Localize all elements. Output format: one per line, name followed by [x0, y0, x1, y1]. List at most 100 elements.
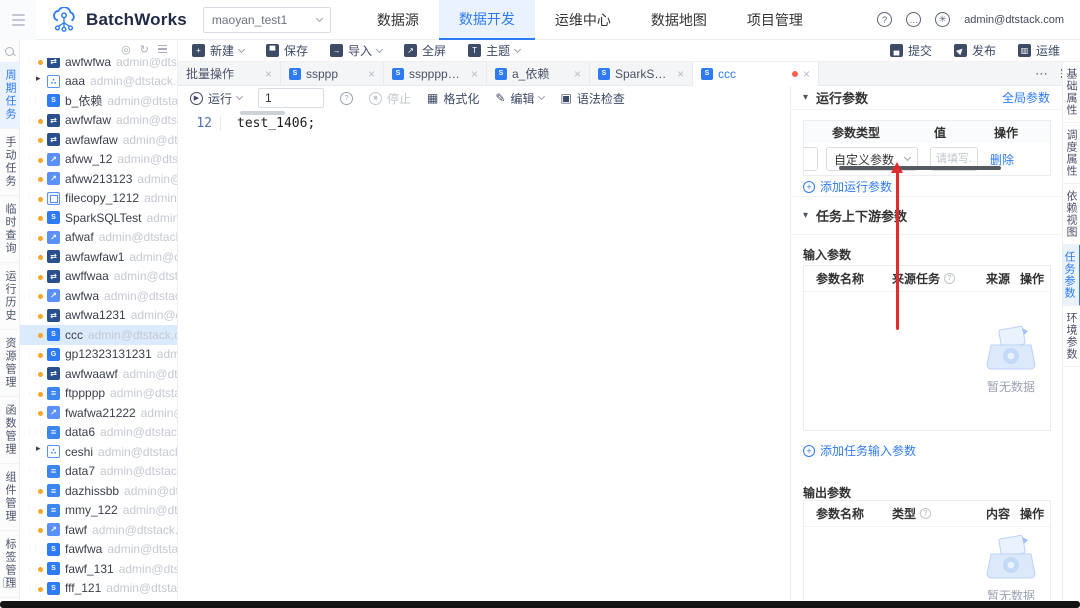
- editor-tab[interactable]: ssppp ×: [281, 62, 384, 85]
- global-params-link[interactable]: 全局参数: [1002, 89, 1050, 106]
- tree-item[interactable]: ⋮⋮ ▸ afww213123 admin@dtstack.com: [20, 169, 177, 189]
- toolbar-button[interactable]: ↗ 全屏: [404, 42, 446, 59]
- editor-tab[interactable]: ccc ×: [693, 62, 819, 86]
- drag-handle-icon[interactable]: ⋮⋮: [26, 467, 36, 475]
- tree-item[interactable]: ⋮⋮ ▸ fawf_131 admin@dtstack.com: [20, 559, 177, 579]
- editor-tab[interactable]: a_依赖 ×: [487, 62, 590, 85]
- edit-button[interactable]: ✎ 编辑: [495, 90, 544, 107]
- drag-handle-icon[interactable]: ⋮⋮: [26, 272, 36, 280]
- left-rail-tab[interactable]: 手动任务: [0, 129, 20, 196]
- tree-item[interactable]: ⋮⋮ ▸ awfwaawf admin@dtstack.com: [20, 364, 177, 384]
- tree-item[interactable]: ⋮⋮ ▸ SparkSQLTest admin@dtstack.com: [20, 208, 177, 228]
- code-area[interactable]: 12 test_1406;: [178, 116, 790, 131]
- tree-item[interactable]: ⋮⋮ ▸ data6 admin@dtstack.com: [20, 423, 177, 443]
- tree-item[interactable]: ⋮⋮ ▸ ftppppp admin@dtstack.com: [20, 384, 177, 404]
- right-rail-tab[interactable]: 调度属性: [1063, 123, 1080, 184]
- close-icon[interactable]: ×: [803, 67, 810, 81]
- drag-handle-icon[interactable]: ⋮⋮: [26, 214, 36, 222]
- close-icon[interactable]: ×: [677, 67, 684, 81]
- drag-handle-icon[interactable]: ⋮⋮: [26, 97, 36, 105]
- help-icon[interactable]: ?: [877, 12, 892, 27]
- drag-handle-icon[interactable]: ⋮⋮: [26, 448, 36, 456]
- left-rail-tab[interactable]: 函数管理: [0, 397, 20, 464]
- search-icon[interactable]: [0, 40, 19, 62]
- tree-item[interactable]: ⋮⋮ ▸ b_依赖 admin@dtstack.com: [20, 91, 177, 111]
- tree-item[interactable]: ⋮⋮ ▸ fawf admin@dtstack.com: [20, 520, 177, 540]
- drag-handle-icon[interactable]: ⋮⋮: [26, 194, 36, 202]
- drag-handle-icon[interactable]: ⋮⋮: [26, 487, 36, 495]
- expand-arrow-icon[interactable]: ▸: [36, 73, 41, 84]
- tree-item[interactable]: ⋮⋮ ▸ afww_12 admin@dtstack.com: [20, 150, 177, 170]
- param-name-input[interactable]: [803, 147, 818, 171]
- delete-link[interactable]: 删除: [990, 151, 1014, 168]
- settings-gear-icon[interactable]: ✳: [935, 12, 950, 27]
- drag-handle-icon[interactable]: ⋮⋮: [26, 116, 36, 124]
- help-icon[interactable]: ?: [920, 508, 931, 519]
- stop-button[interactable]: ■ 停止: [369, 90, 411, 107]
- tree-item[interactable]: ⋮⋮ ▸ mmy_122 admin@dtstack.com: [20, 501, 177, 521]
- drag-handle-icon[interactable]: ⋮⋮: [26, 409, 36, 417]
- drag-handle-icon[interactable]: ⋮⋮: [26, 428, 36, 436]
- drag-handle-icon[interactable]: ⋮⋮: [26, 233, 36, 241]
- locate-file-icon[interactable]: ◎: [121, 43, 131, 56]
- tree-item[interactable]: ⋮⋮ ▸ gp12323131231 admin@dtstack.com: [20, 345, 177, 365]
- drag-handle-icon[interactable]: ⋮⋮: [26, 292, 36, 300]
- flow-params-header[interactable]: ▾ 任务上下游参数: [803, 206, 907, 225]
- drag-handle-icon[interactable]: ⋮⋮: [26, 311, 36, 319]
- tree-item[interactable]: ⋮⋮ ▸ afwaf admin@dtstack.com: [20, 228, 177, 248]
- drag-handle-icon[interactable]: ⋮⋮: [26, 545, 36, 553]
- toolbar-action-button[interactable]: ▶ 发布: [954, 42, 996, 59]
- tree-item[interactable]: ⋮⋮ ▸ awffwaa admin@dtstack.com: [20, 267, 177, 287]
- left-rail-tab[interactable]: 运行历史: [0, 263, 20, 330]
- drag-handle-icon[interactable]: ⋮⋮: [26, 565, 36, 573]
- help-icon[interactable]: ?: [340, 92, 353, 105]
- expand-arrow-icon[interactable]: ▸: [36, 443, 41, 454]
- tree-item[interactable]: ⋮⋮ ▸ awfawfaw1 admin@dtstack.com: [20, 247, 177, 267]
- left-rail-tab[interactable]: 组件管理: [0, 464, 20, 531]
- add-input-param-link[interactable]: + 添加任务输入参数: [803, 442, 916, 459]
- project-select[interactable]: maoyan_test1: [203, 7, 331, 33]
- tree-item[interactable]: ⋮⋮ ▸ awfwa1231 admin@dtstack.com: [20, 306, 177, 326]
- drag-handle-icon[interactable]: ⋮⋮: [26, 155, 36, 163]
- left-rail-tab[interactable]: 临时查询: [0, 196, 20, 263]
- nav-item[interactable]: 数据源: [357, 0, 439, 40]
- tree-item[interactable]: ⋮⋮ ▸ awfwfaw admin@dtstack.com: [20, 111, 177, 131]
- editor-tab[interactable]: 批量操作 ×: [178, 62, 281, 85]
- more-tabs-icon[interactable]: ⋯: [1035, 66, 1049, 82]
- nav-item[interactable]: 项目管理: [727, 0, 823, 40]
- add-run-param-link[interactable]: + 添加运行参数: [803, 178, 892, 195]
- tree-item[interactable]: ⋮⋮ ▸ fwafwa21222 admin@dtstack.com: [20, 403, 177, 423]
- help-icon[interactable]: ?: [944, 273, 955, 284]
- drag-handle-icon[interactable]: ⋮⋮: [26, 175, 36, 183]
- left-rail-tab[interactable]: 周期任务: [0, 62, 20, 129]
- close-icon[interactable]: ×: [574, 67, 581, 81]
- hamburger-menu-icon[interactable]: [0, 0, 36, 40]
- tree-item[interactable]: ⋮⋮ ▸ ceshi admin@dtstack.com: [20, 442, 177, 462]
- collapse-sidebar-icon[interactable]: [3, 577, 16, 588]
- tree-item[interactable]: ⋮⋮ ▸ aaa admin@dtstack.com: [20, 72, 177, 92]
- run-button[interactable]: ▶ 运行: [190, 90, 242, 107]
- tree-item[interactable]: ⋮⋮ ▸ awfawfaw admin@dtstack.com: [20, 130, 177, 150]
- drag-handle-icon[interactable]: ⋮⋮: [26, 389, 36, 397]
- tree-item[interactable]: ⋮⋮ ▸ ccc admin@dtstack.com: [20, 325, 177, 345]
- format-button[interactable]: ▦ 格式化: [427, 90, 479, 107]
- run-count-input[interactable]: [258, 88, 324, 108]
- toolbar-button[interactable]: T 主题: [468, 42, 520, 59]
- close-icon[interactable]: ×: [265, 67, 272, 81]
- close-icon[interactable]: ×: [471, 67, 478, 81]
- drag-handle-icon[interactable]: ⋮⋮: [26, 58, 36, 66]
- right-rail-tab[interactable]: 环境参数: [1063, 306, 1080, 367]
- left-rail-tab[interactable]: 资源管理: [0, 330, 20, 397]
- tree-item[interactable]: ⋮⋮ ▸ dazhissbb admin@dtstack.com: [20, 481, 177, 501]
- nav-item[interactable]: 运维中心: [535, 0, 631, 40]
- drag-handle-icon[interactable]: ⋮⋮: [26, 584, 36, 592]
- syntax-check-button[interactable]: ▣ 语法检查: [560, 90, 624, 107]
- refresh-icon[interactable]: ↻: [140, 43, 149, 56]
- tree-item[interactable]: ⋮⋮ ▸ fff_121 admin@dtstack.com: [20, 579, 177, 599]
- run-params-header[interactable]: ▾ 运行参数 全局参数: [791, 86, 1062, 110]
- drag-handle-icon[interactable]: ⋮⋮: [26, 331, 36, 339]
- horizontal-scrollbar[interactable]: [839, 166, 1001, 170]
- drag-handle-icon[interactable]: ⋮⋮: [26, 506, 36, 514]
- toolbar-action-button[interactable]: ▥ 运维: [1018, 42, 1060, 59]
- drag-handle-icon[interactable]: ⋮⋮: [26, 370, 36, 378]
